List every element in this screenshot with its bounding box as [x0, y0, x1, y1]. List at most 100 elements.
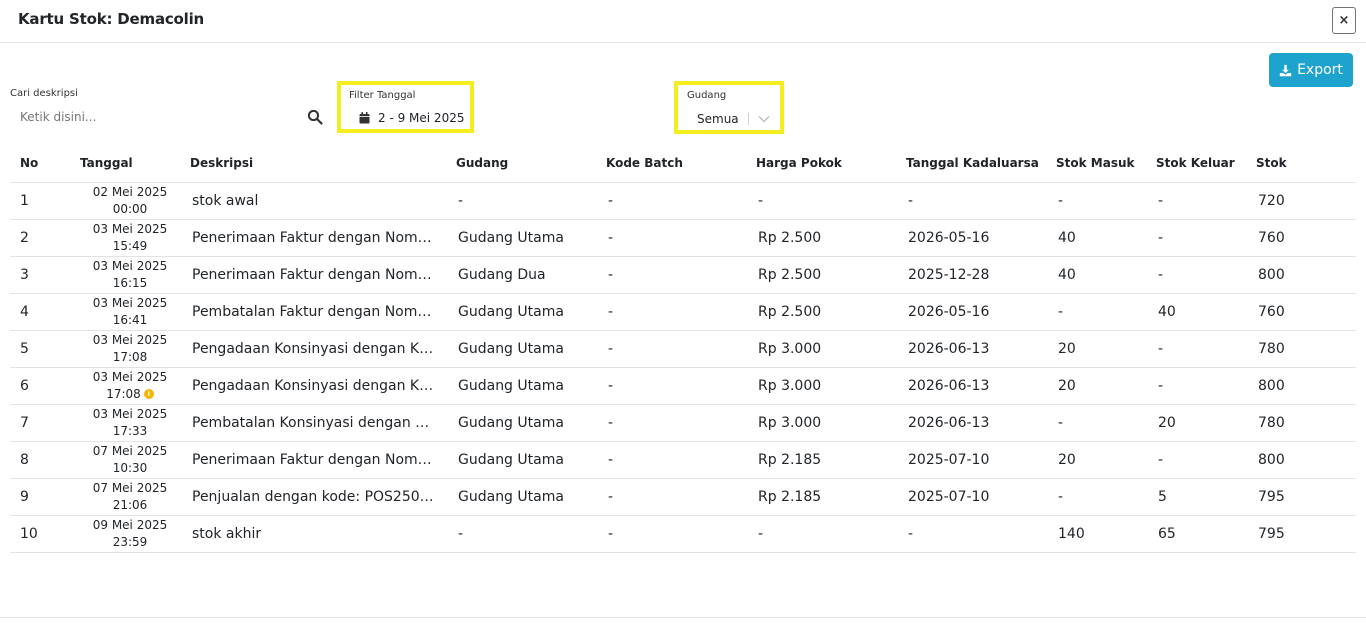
row-time: 10:30	[70, 460, 190, 477]
cell-kode-batch: -	[606, 478, 756, 516]
column-header-kode-batch[interactable]: Kode Batch	[606, 145, 756, 183]
table-row[interactable]: 10 09 Mei 2025 23:59 stok akhir - - - -140 65 795	[10, 515, 1356, 553]
row-time-text: 17:08	[106, 386, 141, 401]
cell-deskripsi: Pengadaan Konsinyasi dengan K…	[190, 367, 456, 405]
cell-deskripsi: Penerimaan Faktur dengan Nom…	[190, 219, 456, 257]
table-row[interactable]: 8 07 Mei 2025 10:30 Penerimaan Faktur denga…	[10, 441, 1356, 479]
info-icon[interactable]: i	[143, 389, 154, 399]
cell-no: 2	[10, 219, 70, 257]
row-time-text: 21:06	[112, 497, 148, 512]
cell-stok-masuk: -	[1056, 404, 1156, 442]
table-row[interactable]: 6 03 Mei 2025 17:08 i Pengadaan Konsinyasi d…	[10, 367, 1356, 405]
row-time: 17:33	[70, 423, 190, 440]
cell-tanggal: 03 Mei 2025 16:41	[70, 293, 190, 331]
column-header-tanggal[interactable]: Tanggal	[70, 145, 190, 183]
column-header-deskripsi[interactable]: Deskripsi	[190, 145, 456, 183]
row-time-text: 23:59	[112, 534, 148, 549]
cell-tanggal: 07 Mei 2025 21:06	[70, 478, 190, 516]
date-filter-label: Filter Tanggal	[349, 90, 416, 101]
column-header-stok[interactable]: Stok	[1256, 145, 1356, 183]
cell-gudang: Gudang Utama	[456, 441, 606, 479]
row-time: 15:49	[70, 238, 190, 255]
cell-gudang: Gudang Utama	[456, 219, 606, 257]
cell-tanggal: 02 Mei 2025 00:00	[70, 182, 190, 220]
cell-stok: 780	[1256, 404, 1356, 442]
cell-stok-keluar: -	[1156, 256, 1256, 294]
cell-harga-pokok: Rp 2.500	[756, 293, 906, 331]
row-time: 17:08 i	[70, 386, 190, 403]
date-filter[interactable]: Filter Tanggal 2 - 9 Mei 2025	[337, 81, 474, 133]
table-row[interactable]: 3 03 Mei 2025 16:15 Penerimaan Faktur denga…	[10, 256, 1356, 294]
cell-harga-pokok: Rp 2.185	[756, 441, 906, 479]
cell-stok-masuk: 20	[1056, 330, 1156, 368]
column-header-gudang[interactable]: Gudang	[456, 145, 606, 183]
cell-deskripsi: Pembatalan Faktur dengan Nom…	[190, 293, 456, 331]
cell-stok-masuk: -	[1056, 478, 1156, 516]
cell-no: 3	[10, 256, 70, 294]
cell-tanggal-kadaluarsa: 2026-06-13	[906, 330, 1056, 368]
cell-tanggal-kadaluarsa: -	[906, 515, 1056, 553]
cell-gudang: Gudang Utama	[456, 330, 606, 368]
cell-stok: 760	[1256, 219, 1356, 257]
cell-kode-batch: -	[606, 256, 756, 294]
row-date: 03 Mei 2025	[92, 221, 168, 236]
table-row[interactable]: 1 02 Mei 2025 00:00 stok awal - - - - - -720	[10, 182, 1356, 220]
cell-stok: 720	[1256, 182, 1356, 220]
close-button[interactable]: ×	[1332, 7, 1356, 34]
date-range-picker[interactable]: 2 - 9 Mei 2025	[359, 111, 464, 125]
cell-stok-keluar: -	[1156, 441, 1256, 479]
gudang-filter[interactable]: Gudang Semua	[674, 81, 784, 134]
cell-kode-batch: -	[606, 404, 756, 442]
cell-no: 7	[10, 404, 70, 442]
search-input[interactable]	[10, 106, 310, 128]
cell-tanggal-kadaluarsa: 2026-05-16	[906, 293, 1056, 331]
cell-stok-keluar: -	[1156, 330, 1256, 368]
chevron-down-icon[interactable]	[758, 114, 770, 124]
cell-stok: 795	[1256, 478, 1356, 516]
cell-stok-masuk: 40	[1056, 256, 1156, 294]
select-separator	[748, 113, 749, 125]
cell-tanggal: 03 Mei 2025 17:08	[70, 330, 190, 368]
cell-deskripsi: Penerimaan Faktur dengan Nom…	[190, 256, 456, 294]
table-row[interactable]: 2 03 Mei 2025 15:49 Penerimaan Faktur denga…	[10, 219, 1356, 257]
search-icon[interactable]	[307, 109, 323, 125]
column-header-stok-masuk[interactable]: Stok Masuk	[1056, 145, 1156, 183]
cell-stok-masuk: -	[1056, 293, 1156, 331]
table-row[interactable]: 7 03 Mei 2025 17:33 Pembatalan Konsinyasi d…	[10, 404, 1356, 442]
gudang-filter-label: Gudang	[687, 90, 727, 101]
cell-deskripsi: stok awal	[190, 182, 456, 220]
cell-stok-keluar: 40	[1156, 293, 1256, 331]
row-time: 17:08	[70, 349, 190, 366]
gudang-select-value[interactable]: Semua	[697, 112, 739, 126]
table-row[interactable]: 5 03 Mei 2025 17:08 Pengadaan Konsinyasi de…	[10, 330, 1356, 368]
cell-harga-pokok: Rp 2.500	[756, 256, 906, 294]
export-button[interactable]: Export	[1269, 53, 1353, 87]
cell-harga-pokok: Rp 3.000	[756, 404, 906, 442]
cell-harga-pokok: -	[756, 515, 906, 553]
cell-tanggal-kadaluarsa: 2026-06-13	[906, 404, 1056, 442]
row-date: 03 Mei 2025	[92, 406, 168, 421]
column-header-stok-keluar[interactable]: Stok Keluar	[1156, 145, 1256, 183]
row-date: 07 Mei 2025	[92, 443, 168, 458]
row-time: 16:41	[70, 312, 190, 329]
cell-kode-batch: -	[606, 293, 756, 331]
cell-no: 1	[10, 182, 70, 220]
cell-no: 4	[10, 293, 70, 331]
cell-stok: 760	[1256, 293, 1356, 331]
table-row[interactable]: 4 03 Mei 2025 16:41 Pembatalan Faktur denga…	[10, 293, 1356, 331]
cell-tanggal-kadaluarsa: 2025-07-10	[906, 478, 1056, 516]
cell-stok: 795	[1256, 515, 1356, 553]
column-header-no[interactable]: No	[10, 145, 70, 183]
column-header-harga-pokok[interactable]: Harga Pokok	[756, 145, 906, 183]
cell-tanggal: 03 Mei 2025 17:08 i	[70, 367, 190, 405]
row-date: 03 Mei 2025	[92, 258, 168, 273]
row-time-text: 16:15	[112, 275, 148, 290]
cell-no: 5	[10, 330, 70, 368]
cell-kode-batch: -	[606, 441, 756, 479]
cell-deskripsi: Penjualan dengan kode: POS250…	[190, 478, 456, 516]
column-header-tanggal-kadaluarsa[interactable]: Tanggal Kadaluarsa	[906, 145, 1056, 183]
cell-tanggal: 03 Mei 2025 17:33	[70, 404, 190, 442]
table-header-row: No Tanggal Deskripsi Gudang Kode Batch H…	[10, 145, 1356, 183]
cell-tanggal: 03 Mei 2025 16:15	[70, 256, 190, 294]
table-row[interactable]: 9 07 Mei 2025 21:06 Penjualan dengan kode: …	[10, 478, 1356, 516]
